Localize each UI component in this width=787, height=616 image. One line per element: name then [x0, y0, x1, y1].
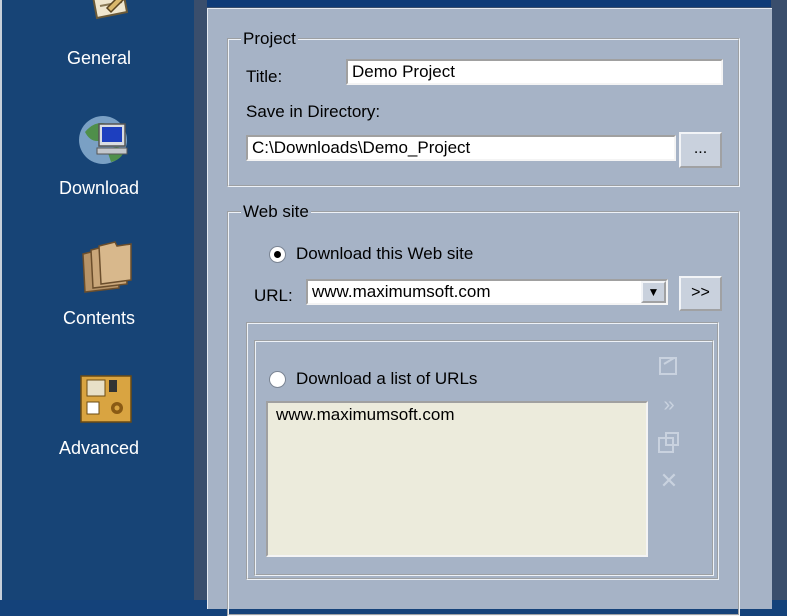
new-list-icon[interactable] — [656, 353, 682, 379]
save-directory-label: Save in Directory: — [246, 102, 381, 121]
download-site-radio[interactable] — [269, 246, 286, 263]
nav-label-download: Download — [58, 178, 140, 198]
add-urls-icon[interactable]: » — [656, 392, 682, 418]
delete-icon[interactable]: ✕ — [656, 468, 682, 494]
project-legend: Project — [243, 29, 296, 48]
edit-list-icon[interactable] — [656, 430, 682, 456]
general-icon — [92, 0, 129, 20]
title-label: Title: — [246, 67, 283, 86]
download-list-radio[interactable] — [269, 371, 286, 388]
browse-button[interactable]: ... — [679, 132, 722, 168]
nav-label-advanced: Advanced — [58, 438, 140, 458]
nav-label-general: General — [66, 48, 132, 68]
nav-item-advanced[interactable]: Advanced — [0, 368, 194, 468]
url-label: URL: — [254, 286, 293, 305]
panel-top-bar — [207, 0, 771, 7]
nav-label-contents: Contents — [62, 308, 136, 328]
title-input[interactable]: Demo Project — [346, 59, 723, 85]
save-directory-input[interactable]: C:\Downloads\Demo_Project — [246, 135, 676, 161]
url-dropdown-button[interactable]: ▼ — [641, 281, 666, 303]
contents-icon — [82, 241, 132, 293]
url-combo[interactable]: www.maximumsoft.com — [306, 279, 668, 305]
website-legend: Web site — [243, 202, 309, 221]
nav-item-general[interactable]: General — [0, 0, 194, 80]
chevron-down-icon: ▼ — [647, 285, 660, 299]
go-button[interactable]: >> — [679, 276, 722, 311]
advanced-icon — [80, 375, 132, 423]
download-list-label: Download a list of URLs — [296, 369, 478, 388]
nav-item-contents[interactable]: Contents — [0, 238, 194, 338]
nav-pane: General Download Contents Advanced — [0, 0, 194, 600]
download-site-label: Download this Web site — [296, 244, 474, 263]
url-list-textarea[interactable]: www.maximumsoft.com — [266, 401, 648, 557]
nav-item-download[interactable]: Download — [0, 108, 194, 208]
download-icon — [79, 116, 128, 164]
